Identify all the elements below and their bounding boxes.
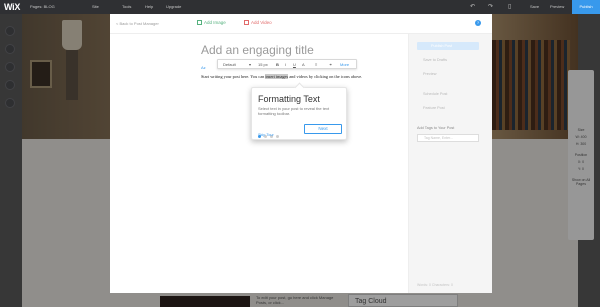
link-icon[interactable]: ⚭ [329, 62, 332, 67]
chevron-down-icon[interactable]: ▾ [249, 62, 251, 67]
add-video-label: Add Video [251, 20, 272, 25]
italic-button[interactable]: I [285, 62, 286, 67]
mobile-icon[interactable]: ▯ [508, 3, 511, 10]
post-editor-modal: < Back to Post Manager Add Image Add Vid… [110, 14, 492, 293]
publish-post-button[interactable]: Publish Post [417, 42, 479, 50]
underline-button[interactable]: U [293, 62, 296, 67]
add-video-button[interactable]: Add Video [244, 20, 272, 25]
back-to-post-manager-link[interactable]: < Back to Post Manager [116, 21, 159, 26]
menu-help[interactable]: Help [145, 4, 153, 9]
bold-button[interactable]: B [276, 62, 279, 67]
body-text-end: and videos by clicking on the icons abov… [288, 74, 363, 79]
preview-button[interactable]: Preview [550, 4, 564, 9]
more-button[interactable]: More [340, 62, 349, 67]
add-image-button[interactable]: Add Image [197, 20, 226, 25]
tooltip-body: Select text in your post to reveal the t… [258, 106, 330, 117]
text-format-toolbar: Default ▾ 15 px B I U A ≡ ⚭ More [217, 59, 357, 69]
az-link[interactable]: Az [201, 65, 206, 70]
tour-tooltip: Formatting Text Select text in your post… [251, 82, 347, 140]
body-text-highlight: insert images [265, 74, 289, 79]
modal-header: < Back to Post Manager Add Image Add Vid… [110, 14, 492, 34]
preview-post-link[interactable]: Preview [423, 72, 437, 76]
editor-topbar: WiX Pages: BLOG Site Tools Help Upgrade … [0, 0, 600, 14]
schedule-post-link[interactable]: Schedule Post [423, 92, 448, 96]
post-settings-sidebar: Publish Post Save to Drafts Preview Sche… [408, 34, 492, 293]
publish-button[interactable]: Publish [572, 0, 600, 14]
redo-icon[interactable]: ↷ [488, 3, 493, 10]
text-color-button[interactable]: A [302, 62, 305, 67]
feature-post-link[interactable]: Feature Post [423, 106, 445, 110]
video-icon [244, 20, 249, 25]
align-button[interactable]: ≡ [315, 62, 317, 67]
menu-site[interactable]: Site [92, 4, 99, 9]
menu-tools[interactable]: Tools [122, 4, 131, 9]
save-drafts-link[interactable]: Save to Drafts [423, 58, 447, 62]
word-count: Words: 0 Characters: 0 [417, 283, 453, 287]
post-title-input[interactable]: Add an engaging title [201, 43, 314, 57]
post-body-editor[interactable]: Start writing your post here. You can in… [201, 74, 362, 79]
tag-input[interactable]: Tag Name, Enter... [417, 134, 479, 142]
tooltip-heading: Formatting Text [258, 94, 320, 104]
menu-upgrade[interactable]: Upgrade [166, 4, 181, 9]
add-image-label: Add Image [204, 20, 226, 25]
save-button[interactable]: Save [530, 4, 539, 9]
wix-logo: WiX [4, 2, 21, 12]
undo-icon[interactable]: ↶ [470, 3, 475, 10]
pages-dropdown[interactable]: Pages: BLOG [30, 4, 55, 9]
skip-tour-link[interactable]: Skip Tour [258, 133, 274, 137]
font-style-select[interactable]: Default [223, 62, 236, 67]
image-icon [197, 20, 202, 25]
tags-heading: Add Tags to Your Post [417, 126, 455, 130]
body-text-start: Start writing your post here. You can [201, 74, 266, 79]
step-dot [276, 135, 279, 138]
font-size-select[interactable]: 15 px [258, 62, 268, 67]
next-button[interactable]: Next [304, 124, 342, 134]
help-icon[interactable]: ? [475, 20, 481, 26]
